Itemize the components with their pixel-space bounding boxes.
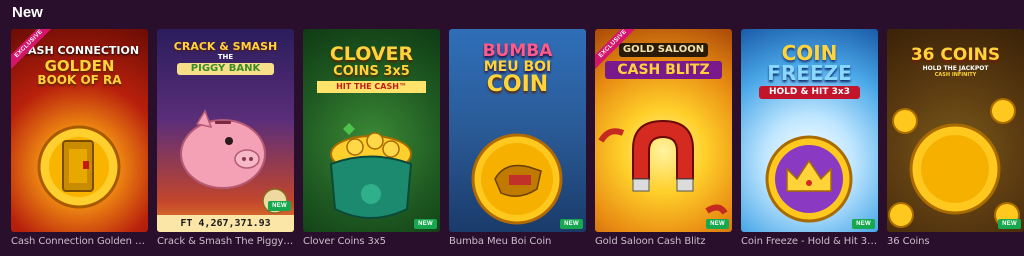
game-thumbnail[interactable]: COIN FREEZE HOLD & HIT 3x3 NEW bbox=[741, 29, 878, 232]
game-name[interactable]: 36 Coins bbox=[887, 236, 1024, 247]
logo-line: CASH CONNECTION bbox=[19, 44, 140, 57]
logo-line: CLOVER bbox=[329, 43, 414, 65]
logo-line: CASH BLITZ bbox=[605, 61, 722, 79]
section-title: New bbox=[12, 4, 43, 21]
logo-line: 36 COINS bbox=[910, 45, 1001, 65]
games-row: CASH CONNECTION GOLDEN BOOK OF RA EXCLUS… bbox=[11, 29, 1024, 247]
game-logo: GOLD SALOON CASH BLITZ bbox=[601, 43, 726, 79]
game-logo: CASH CONNECTION GOLDEN BOOK OF RA bbox=[17, 45, 142, 86]
logo-line: HOLD & HIT 3x3 bbox=[759, 86, 860, 99]
game-thumbnail[interactable]: GOLD SALOON CASH BLITZ EXCLUSIVE NEW bbox=[595, 29, 732, 232]
game-name[interactable]: Crack & Smash The Piggy Bank bbox=[157, 236, 294, 247]
new-badge: NEW bbox=[852, 219, 875, 229]
game-thumbnail[interactable]: 36 COINS HOLD THE JACKPOT CASH INFINITY … bbox=[887, 29, 1024, 232]
game-logo: BUMBA MEU BOI COIN bbox=[455, 43, 580, 96]
jackpot-amount: FT 4,267,371.93 bbox=[157, 215, 294, 232]
game-card[interactable]: CASH CONNECTION GOLDEN BOOK OF RA EXCLUS… bbox=[11, 29, 148, 247]
game-name[interactable]: Cash Connection Golden Book ... bbox=[11, 236, 148, 247]
game-thumbnail[interactable]: CLOVER COINS 3x5 HIT THE CASH™ NEW bbox=[303, 29, 440, 232]
new-badge: NEW bbox=[268, 201, 291, 211]
logo-line: HIT THE CASH™ bbox=[317, 81, 426, 93]
logo-line: COIN bbox=[781, 41, 838, 65]
new-badge: NEW bbox=[998, 219, 1021, 229]
game-logo: CRACK & SMASH THE PIGGY BANK bbox=[163, 41, 288, 75]
game-card[interactable]: BUMBA MEU BOI COIN NEW Bumba Meu Boi Coi… bbox=[449, 29, 586, 247]
game-name[interactable]: Bumba Meu Boi Coin bbox=[449, 236, 586, 247]
game-card[interactable]: COIN FREEZE HOLD & HIT 3x3 NEW Coin Free… bbox=[741, 29, 878, 247]
new-badge: NEW bbox=[560, 219, 583, 229]
logo-line: COIN bbox=[486, 72, 549, 97]
game-logo: COIN FREEZE HOLD & HIT 3x3 bbox=[747, 43, 872, 99]
game-card[interactable]: 36 COINS HOLD THE JACKPOT CASH INFINITY … bbox=[887, 29, 1024, 247]
game-name[interactable]: Clover Coins 3x5 bbox=[303, 236, 440, 247]
game-card[interactable]: GOLD SALOON CASH BLITZ EXCLUSIVE NEW Gol… bbox=[595, 29, 732, 247]
game-card[interactable]: CLOVER COINS 3x5 HIT THE CASH™ NEW Clove… bbox=[303, 29, 440, 247]
new-badge: NEW bbox=[706, 219, 729, 229]
game-logo: 36 COINS HOLD THE JACKPOT CASH INFINITY bbox=[893, 47, 1018, 78]
game-logo: CLOVER COINS 3x5 HIT THE CASH™ bbox=[309, 45, 434, 93]
logo-line: GOLD SALOON bbox=[619, 43, 708, 57]
logo-line: THE bbox=[217, 53, 234, 61]
new-badge: NEW bbox=[414, 219, 437, 229]
game-name[interactable]: Coin Freeze - Hold & Hit 3x3 bbox=[741, 236, 878, 247]
logo-line: CRACK & SMASH bbox=[173, 40, 278, 53]
game-thumbnail[interactable]: BUMBA MEU BOI COIN NEW bbox=[449, 29, 586, 232]
game-name[interactable]: Gold Saloon Cash Blitz bbox=[595, 236, 732, 247]
logo-line: BUMBA bbox=[482, 41, 553, 61]
logo-line: GOLDEN bbox=[44, 57, 115, 75]
logo-line: BOOK OF RA bbox=[37, 73, 122, 87]
logo-line: PIGGY BANK bbox=[177, 63, 274, 75]
logo-line: COINS 3x5 bbox=[333, 64, 410, 79]
game-thumbnail[interactable]: CASH CONNECTION GOLDEN BOOK OF RA EXCLUS… bbox=[11, 29, 148, 232]
logo-line: CASH INFINITY bbox=[934, 72, 977, 78]
game-thumbnail[interactable]: CRACK & SMASH THE PIGGY BANK NEW FT 4,26… bbox=[157, 29, 294, 232]
logo-line: FREEZE bbox=[767, 61, 852, 85]
game-card[interactable]: CRACK & SMASH THE PIGGY BANK NEW FT 4,26… bbox=[157, 29, 294, 247]
